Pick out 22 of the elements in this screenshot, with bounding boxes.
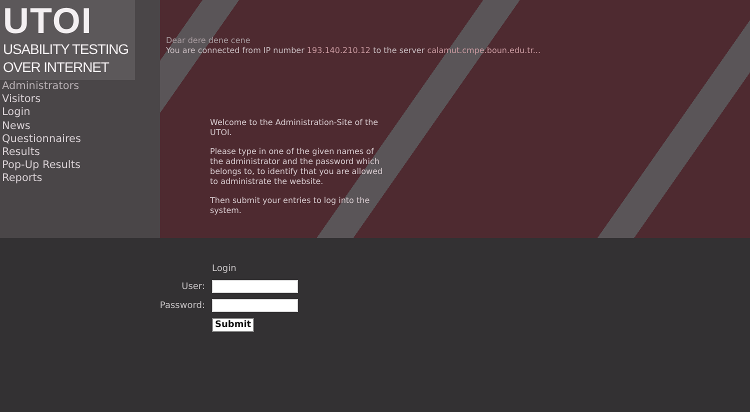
field-label: User: (180, 282, 206, 292)
connection-text: You are connected from IP number 193.140.210.12 to the server calamut.cmpe.boun.edu.tr... (166, 46, 542, 56)
intro-paragraph: Please type in one of the given names of the administrator and the password which belongs to, to identify that you are allowed to administrate the website. (210, 147, 384, 187)
nav-link[interactable]: Login (2, 106, 160, 120)
nav-link[interactable]: Visitors (2, 93, 160, 106)
user-field[interactable] (212, 280, 298, 293)
nav-link[interactable]: Questionnaires (2, 132, 160, 146)
logo-subtitle: USABILITY TESTING (3, 40, 128, 58)
greeting-text: Dear dere dene cene (166, 36, 252, 46)
nav-link[interactable]: Administrators (2, 80, 160, 94)
submit-button[interactable]: Submit (212, 318, 254, 332)
nav-link[interactable]: Pop-Up Results (2, 159, 160, 172)
logo-title: UTOI (3, 2, 94, 40)
nav-link[interactable]: Reports (2, 172, 160, 186)
intro-paragraph: Welcome to the Administration-Site of the UTOI. (210, 118, 380, 138)
field-label: Password: (158, 300, 206, 310)
nav-link[interactable]: Results (2, 146, 160, 160)
logo-subtitle: OVER INTERNET (3, 58, 109, 76)
nav-link[interactable]: News (2, 120, 160, 133)
login-heading: Login (212, 264, 238, 274)
intro-paragraph: Then submit your entries to log into the system. (210, 196, 371, 216)
password-field[interactable] (212, 299, 298, 312)
